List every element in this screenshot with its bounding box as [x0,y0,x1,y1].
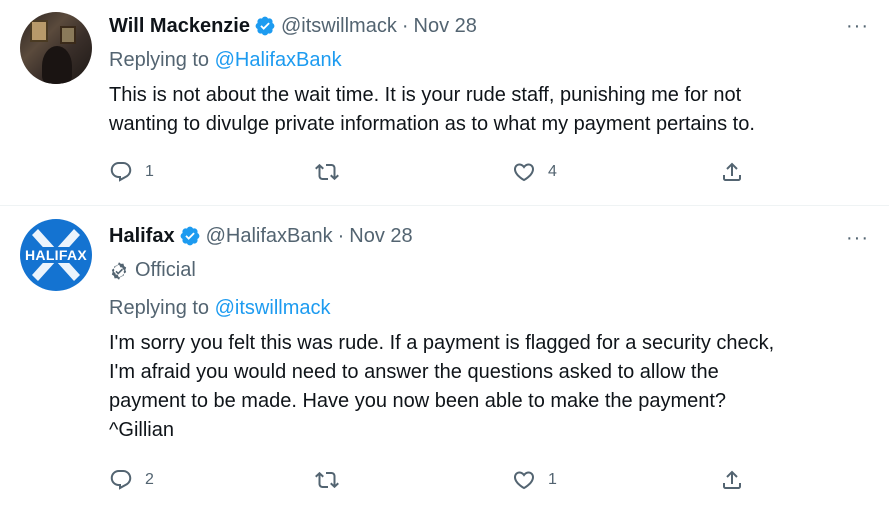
reply-count: 1 [145,163,154,180]
tweet-header: Halifax @HalifaxBank · Nov 28 [109,223,413,249]
avatar-person [42,46,72,84]
avatar[interactable] [20,12,92,84]
official-badge-icon [111,261,127,280]
avatar[interactable]: HALIFAX [20,219,92,291]
reply-button[interactable]: 2 [109,466,154,494]
tweet[interactable]: Will Mackenzie @itswillmack · Nov 28 ···… [0,0,889,206]
share-icon [723,470,741,489]
share-button[interactable] [720,158,744,186]
like-button[interactable]: 1 [512,466,557,494]
timestamp[interactable]: Nov 28 [414,15,477,38]
avatar-frame-left [30,20,48,42]
more-options-icon[interactable]: ··· [846,228,869,248]
like-button[interactable]: 4 [512,158,557,186]
retweet-icon [315,471,339,489]
avatar-frame-right [60,26,76,44]
mention-link[interactable]: @itswillmack [215,297,331,319]
reply-count: 2 [145,471,154,488]
tweet-text: This is not about the wait time. It is y… [109,84,755,135]
official-text: Official [135,259,196,281]
share-button[interactable] [720,466,744,494]
separator: · [337,224,345,247]
replying-prefix: Replying to [109,297,210,319]
tweet-header: Will Mackenzie @itswillmack · Nov 28 [109,13,477,39]
like-count: 4 [548,163,557,180]
timestamp[interactable]: Nov 28 [349,225,412,248]
retweet-button[interactable] [315,158,351,186]
more-options-icon[interactable]: ··· [846,16,869,36]
replying-to: Replying to @itswillmack [109,297,330,320]
tweet-text: I'm sorry you felt this was rude. If a p… [109,332,775,441]
share-icon [723,162,741,181]
verified-badge-icon [180,226,199,246]
replying-to: Replying to @HalifaxBank [109,49,342,72]
display-name[interactable]: Halifax [109,225,175,248]
action-bar: 2 1 [109,466,769,494]
handle[interactable]: @itswillmack [281,15,397,38]
reply-icon [110,470,132,490]
verified-badge-icon [255,16,275,36]
mention-link[interactable]: @HalifaxBank [215,49,342,71]
reply-button[interactable]: 1 [109,158,154,186]
official-label: Official [109,259,196,282]
heart-icon [513,163,535,182]
action-bar: 1 4 [109,158,769,186]
replying-prefix: Replying to [109,49,210,71]
avatar-logo-text: HALIFAX [23,247,89,263]
reply-icon [110,162,132,182]
separator: · [401,14,409,37]
handle[interactable]: @HalifaxBank [206,225,333,248]
retweet-button[interactable] [315,466,351,494]
heart-icon [513,471,535,490]
display-name[interactable]: Will Mackenzie [109,15,250,38]
like-count: 1 [548,471,557,488]
tweet[interactable]: HALIFAX Halifax @HalifaxBank · Nov 28 ··… [0,206,889,516]
retweet-icon [315,163,339,181]
